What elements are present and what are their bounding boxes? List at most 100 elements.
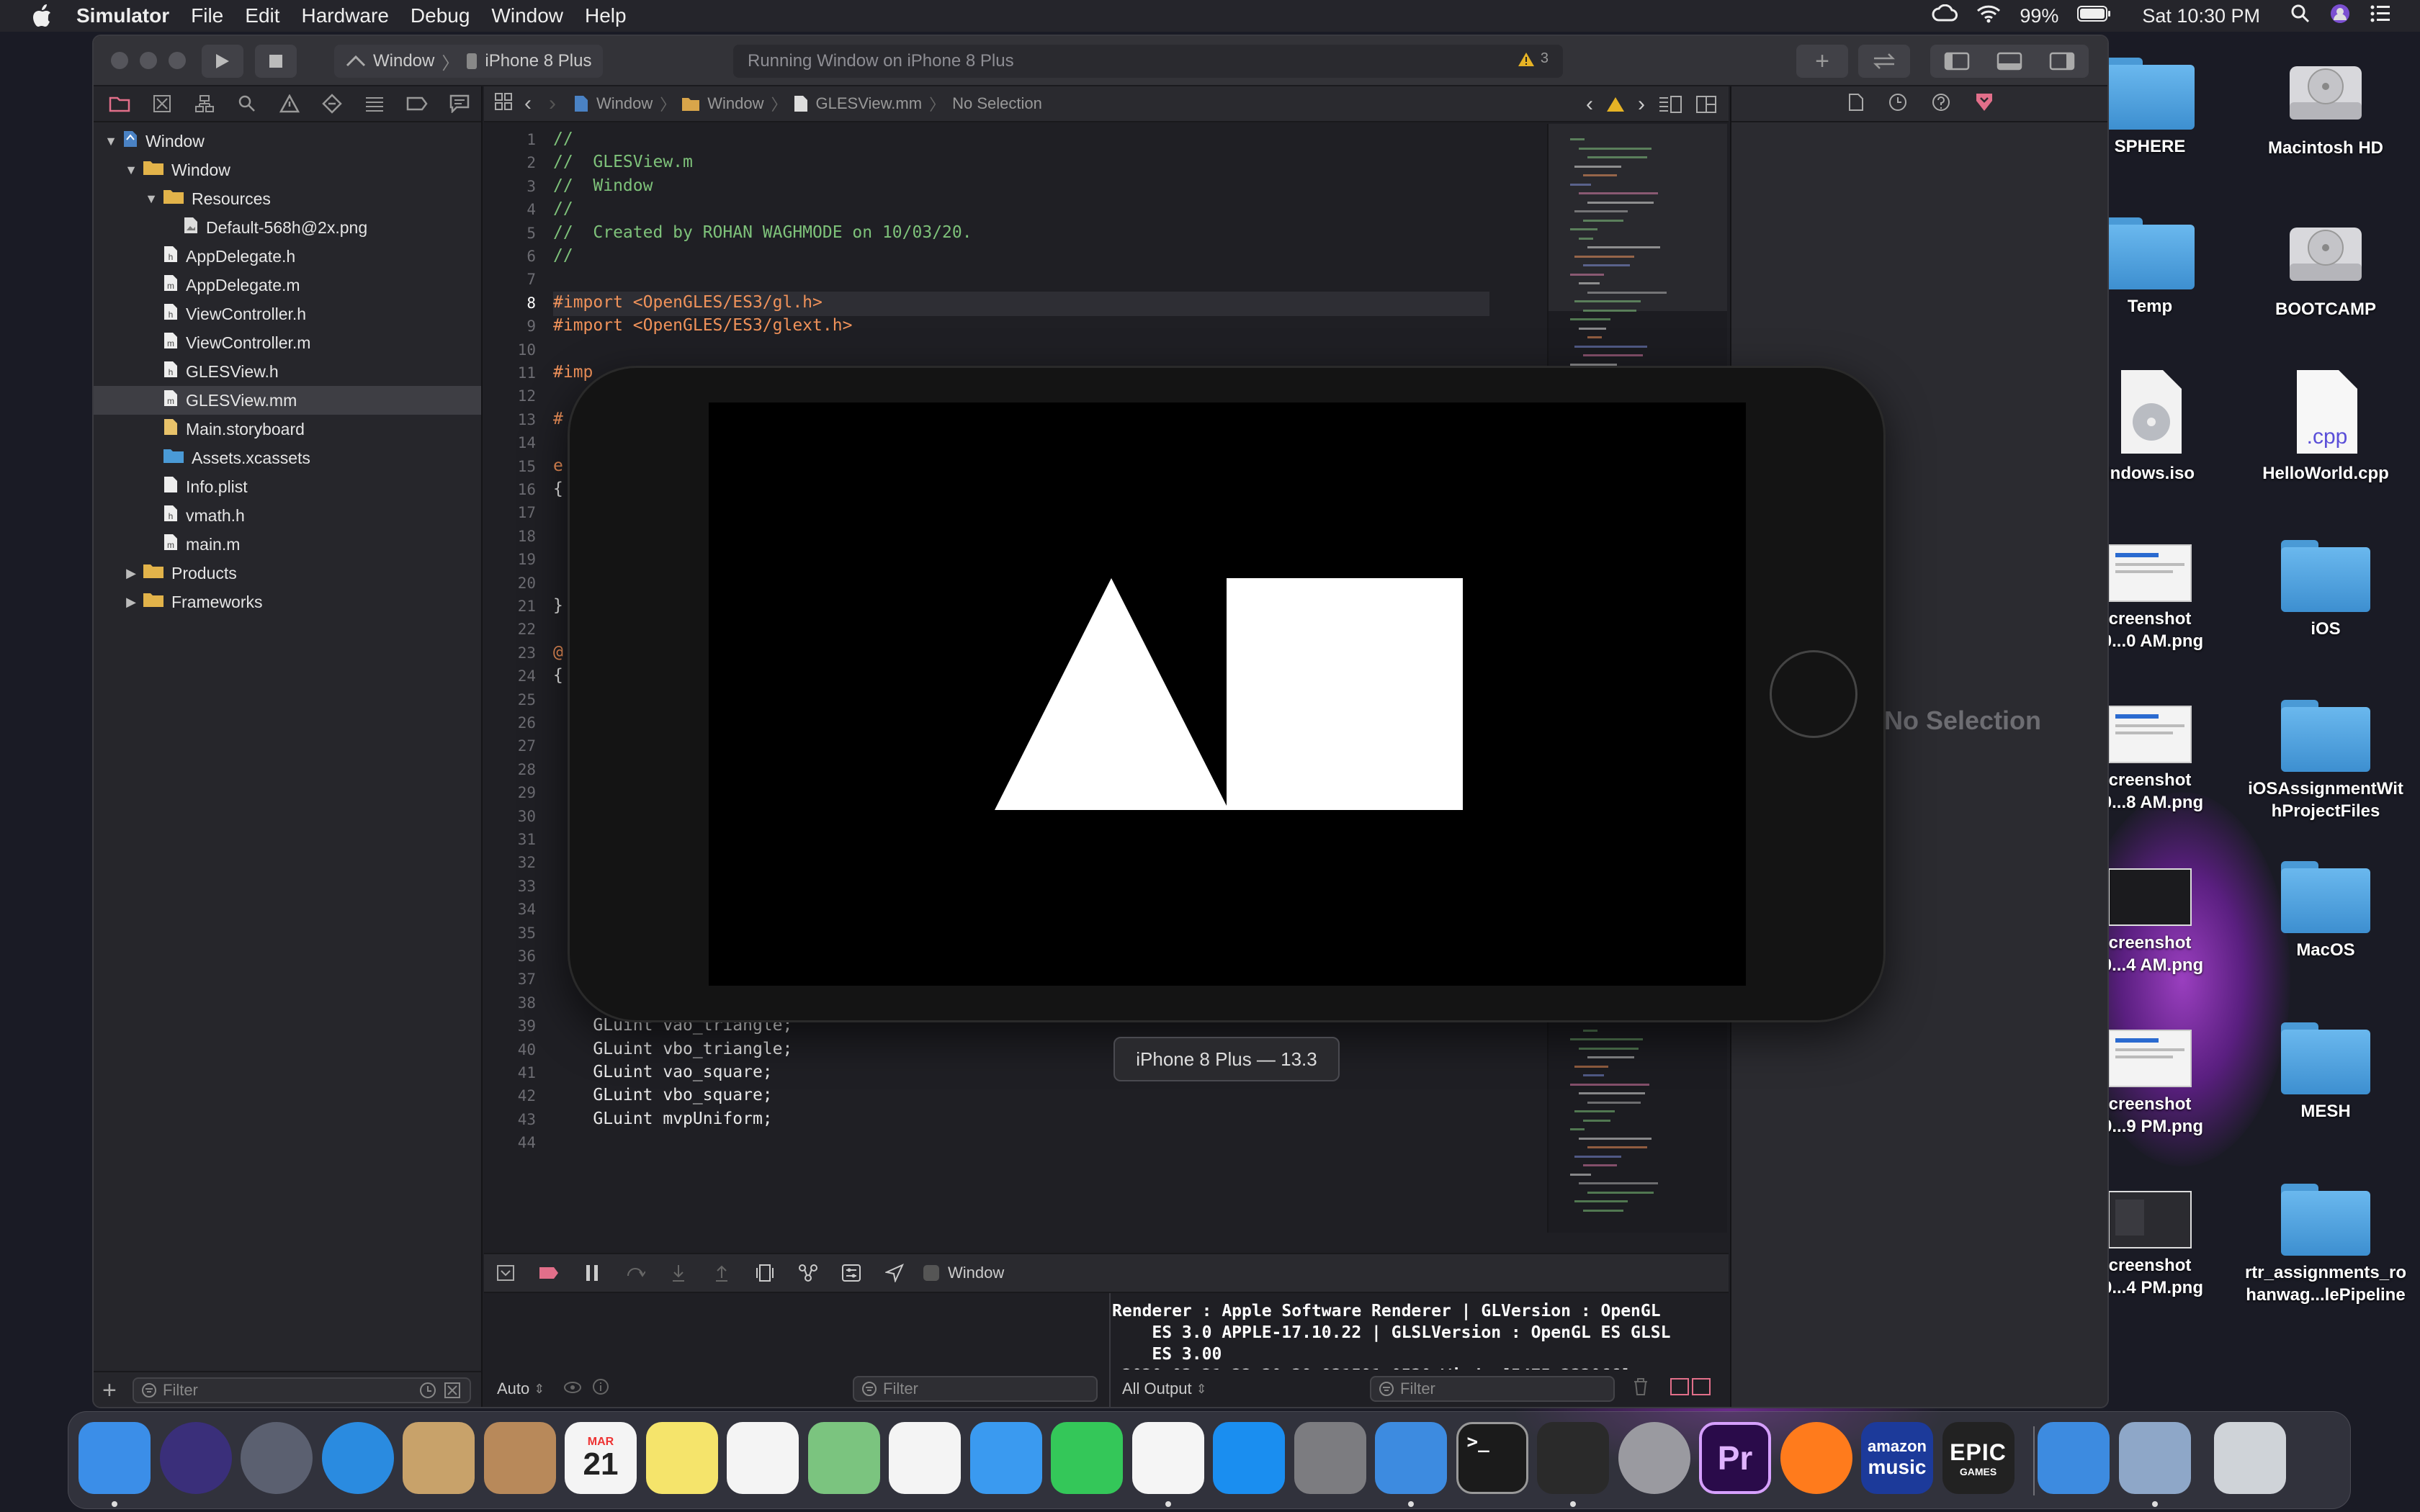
desktop-item[interactable]: MESH bbox=[2236, 1022, 2416, 1122]
desktop-item[interactable]: MacOS bbox=[2236, 861, 2416, 961]
tree-item[interactable]: m ViewController.m bbox=[94, 328, 481, 357]
line-number[interactable]: 8 bbox=[526, 294, 536, 312]
simulator-icon[interactable] bbox=[2038, 1422, 2110, 1494]
attributes-inspector-icon[interactable] bbox=[1975, 92, 1994, 116]
next-issue-icon[interactable]: › bbox=[1638, 92, 1645, 117]
tree-item[interactable]: ▶ Products bbox=[94, 559, 481, 588]
tree-item[interactable]: ▶ Frameworks bbox=[94, 588, 481, 616]
breakpoint-tab-icon[interactable] bbox=[396, 86, 439, 122]
facetime-icon[interactable] bbox=[1051, 1422, 1123, 1494]
spotlight-icon[interactable] bbox=[2290, 4, 2311, 29]
line-number[interactable]: 13 bbox=[518, 411, 536, 428]
tree-item[interactable]: h vmath.h bbox=[94, 501, 481, 530]
tree-item[interactable]: h GLESView.h bbox=[94, 357, 481, 386]
tree-item[interactable]: Info.plist bbox=[94, 472, 481, 501]
disclosure-triangle-icon[interactable]: ▶ bbox=[124, 566, 138, 581]
code-review-button[interactable] bbox=[1858, 45, 1910, 78]
scheme-selector[interactable]: Window 〉 iPhone 8 Plus bbox=[334, 45, 604, 78]
app-store-icon[interactable] bbox=[1213, 1422, 1285, 1494]
menu-debug[interactable]: Debug bbox=[411, 4, 470, 27]
home-button[interactable] bbox=[1770, 650, 1857, 738]
disclosure-triangle-icon[interactable]: ▼ bbox=[144, 192, 158, 207]
line-number[interactable]: 23 bbox=[518, 644, 536, 662]
issue-tab-icon[interactable] bbox=[268, 86, 310, 122]
siri-icon[interactable] bbox=[159, 1422, 232, 1494]
source-control-filter-icon[interactable] bbox=[444, 1382, 461, 1399]
line-number[interactable]: 10 bbox=[518, 341, 536, 359]
symbol-tab-icon[interactable] bbox=[183, 86, 225, 122]
apple-menu-icon[interactable] bbox=[27, 1, 56, 30]
wifi-icon[interactable] bbox=[1976, 4, 2001, 28]
tree-item[interactable]: Default-568h@2x.png bbox=[94, 213, 481, 242]
line-number[interactable]: 5 bbox=[526, 225, 536, 242]
tree-item[interactable]: ▼ Window bbox=[94, 127, 481, 156]
tree-item[interactable]: Assets.xcassets bbox=[94, 444, 481, 472]
music-icon[interactable] bbox=[1131, 1422, 1204, 1494]
line-number[interactable]: 26 bbox=[518, 714, 536, 732]
menu-window[interactable]: Window bbox=[491, 4, 563, 27]
line-number[interactable]: 41 bbox=[518, 1064, 536, 1081]
line-number[interactable]: 30 bbox=[518, 808, 536, 825]
run-button[interactable] bbox=[202, 45, 243, 78]
line-number[interactable]: 33 bbox=[518, 878, 536, 895]
disclosure-triangle-icon[interactable]: ▶ bbox=[124, 595, 138, 610]
calendar-icon[interactable]: MAR 21 bbox=[565, 1422, 637, 1494]
line-number[interactable]: 18 bbox=[518, 528, 536, 545]
line-number[interactable]: 22 bbox=[518, 621, 536, 638]
finder-icon[interactable] bbox=[79, 1422, 151, 1494]
jump-file[interactable]: GLESView.mm bbox=[816, 94, 923, 113]
tree-item[interactable]: m GLESView.mm bbox=[94, 386, 481, 415]
memory-graph-icon[interactable] bbox=[786, 1253, 830, 1293]
related-items-icon[interactable] bbox=[494, 92, 513, 115]
tree-item[interactable]: h AppDelegate.h bbox=[94, 242, 481, 271]
console-view[interactable]: Renderer : Apple Software Renderer | GLV… bbox=[1112, 1293, 1729, 1407]
notes-icon[interactable] bbox=[645, 1422, 718, 1494]
line-number[interactable]: 20 bbox=[518, 575, 536, 592]
line-number[interactable]: 40 bbox=[518, 1041, 536, 1058]
inspector-toggle-icon[interactable] bbox=[2049, 52, 2075, 71]
debug-process[interactable]: Window bbox=[922, 1264, 1004, 1282]
hide-debug-area-icon[interactable] bbox=[484, 1253, 527, 1293]
xcode-icon[interactable] bbox=[1375, 1422, 1447, 1494]
line-number[interactable]: 3 bbox=[526, 178, 536, 195]
line-number[interactable]: 6 bbox=[526, 248, 536, 265]
environment-overrides-icon[interactable] bbox=[830, 1253, 873, 1293]
step-over-icon[interactable] bbox=[614, 1253, 657, 1293]
pause-icon[interactable] bbox=[570, 1253, 614, 1293]
split-editor-icon[interactable] bbox=[1695, 95, 1717, 114]
folder-tab-icon[interactable] bbox=[98, 86, 140, 122]
window-close-button[interactable] bbox=[111, 52, 128, 69]
menu-app-name[interactable]: Simulator bbox=[76, 4, 169, 27]
reminders-icon[interactable] bbox=[727, 1422, 799, 1494]
line-number[interactable]: 7 bbox=[526, 271, 536, 288]
line-number[interactable]: 28 bbox=[518, 761, 536, 778]
user-avatar-icon[interactable] bbox=[2329, 3, 2351, 30]
variables-filter-input[interactable]: Filter bbox=[853, 1376, 1098, 1402]
tree-item[interactable]: m main.m bbox=[94, 530, 481, 559]
preview-icon[interactable] bbox=[2118, 1422, 2191, 1494]
desktop-item[interactable]: rtr_assignments_ro hanwag...lePipeline bbox=[2236, 1184, 2416, 1306]
line-number[interactable]: 42 bbox=[518, 1087, 536, 1104]
help-inspector-icon[interactable] bbox=[1932, 93, 1950, 115]
contacts-icon[interactable] bbox=[483, 1422, 556, 1494]
library-button[interactable]: + bbox=[1796, 45, 1848, 78]
line-number[interactable]: 38 bbox=[518, 994, 536, 1012]
split-console-icon[interactable] bbox=[1670, 1377, 1713, 1400]
step-into-icon[interactable] bbox=[657, 1253, 700, 1293]
epic-games-icon[interactable]: EPIC GAMES bbox=[1942, 1422, 2015, 1494]
line-number[interactable]: 25 bbox=[518, 691, 536, 708]
line-number[interactable]: 43 bbox=[518, 1111, 536, 1128]
stop-button[interactable] bbox=[255, 45, 297, 78]
issue-warning-icon[interactable] bbox=[1606, 96, 1625, 113]
simulator-screen[interactable] bbox=[709, 402, 1746, 986]
line-number[interactable]: 32 bbox=[518, 854, 536, 871]
console-filter-input[interactable]: Filter bbox=[1370, 1376, 1615, 1402]
menu-clock[interactable]: Sat 10:30 PM bbox=[2142, 5, 2260, 27]
menu-edit[interactable]: Edit bbox=[245, 4, 279, 27]
creative-cloud-icon[interactable] bbox=[1932, 4, 1958, 28]
quick-look-icon[interactable] bbox=[563, 1380, 582, 1398]
amazon-music-icon[interactable]: amazon music bbox=[1861, 1422, 1933, 1494]
line-number[interactable]: 14 bbox=[518, 434, 536, 451]
tree-item[interactable]: m AppDelegate.m bbox=[94, 271, 481, 300]
system-preferences-icon[interactable] bbox=[1294, 1422, 1366, 1494]
